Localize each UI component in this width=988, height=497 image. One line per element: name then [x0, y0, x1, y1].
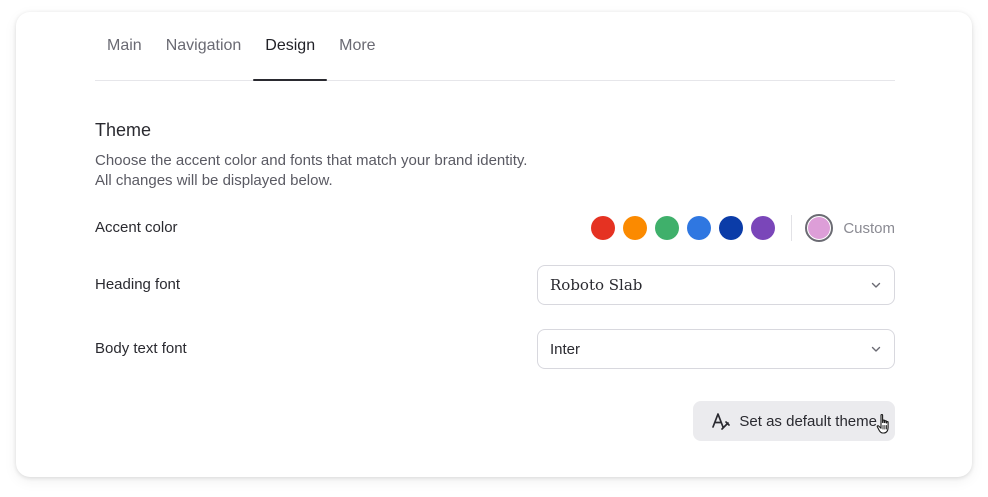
- tab-design[interactable]: Design: [253, 12, 327, 81]
- swatch-divider: [791, 215, 793, 241]
- font-style-icon: [712, 413, 731, 430]
- accent-swatch-blue[interactable]: [687, 216, 712, 240]
- accent-swatch-custom[interactable]: [805, 214, 834, 242]
- accent-swatch-orange[interactable]: [623, 216, 648, 240]
- chevron-down-icon: [871, 282, 881, 288]
- hand-pointer-icon: [876, 413, 889, 434]
- tab-navigation[interactable]: Navigation: [154, 12, 254, 80]
- accent-swatch-navy[interactable]: [719, 216, 744, 240]
- custom-color-label: Custom: [843, 219, 895, 237]
- chevron-down-icon: [871, 346, 881, 352]
- settings-content: Main Navigation Design More Theme Choose…: [95, 12, 895, 441]
- set-default-theme-button[interactable]: Set as default theme: [693, 401, 895, 441]
- theme-description-line-1: Choose the accent color and fonts that m…: [95, 152, 528, 169]
- heading-font-label: Heading font: [95, 276, 181, 293]
- accent-color-picker: Custom: [583, 213, 895, 243]
- accent-swatch-red[interactable]: [591, 216, 616, 240]
- accent-color-label: Accent color: [95, 219, 178, 236]
- accent-swatch-purple[interactable]: [751, 216, 776, 240]
- accent-swatch-custom-fill: [808, 217, 831, 239]
- tab-bar: Main Navigation Design More: [95, 12, 895, 81]
- theme-title: Theme: [95, 120, 152, 140]
- tab-main[interactable]: Main: [95, 12, 154, 80]
- body-font-select[interactable]: Inter: [537, 329, 895, 369]
- body-font-label: Body text font: [95, 340, 187, 357]
- theme-description-line-2: All changes will be displayed below.: [95, 172, 333, 189]
- settings-card: Main Navigation Design More Theme Choose…: [16, 12, 972, 477]
- body-font-value: Inter: [550, 340, 581, 358]
- heading-font-value: Roboto Slab: [550, 276, 643, 294]
- heading-font-select[interactable]: Roboto Slab: [537, 265, 895, 305]
- set-default-theme-label: Set as default theme: [739, 412, 877, 430]
- theme-description: Choose the accent color and fonts that m…: [95, 151, 527, 191]
- tab-more[interactable]: More: [327, 12, 387, 80]
- accent-swatch-green[interactable]: [655, 216, 680, 240]
